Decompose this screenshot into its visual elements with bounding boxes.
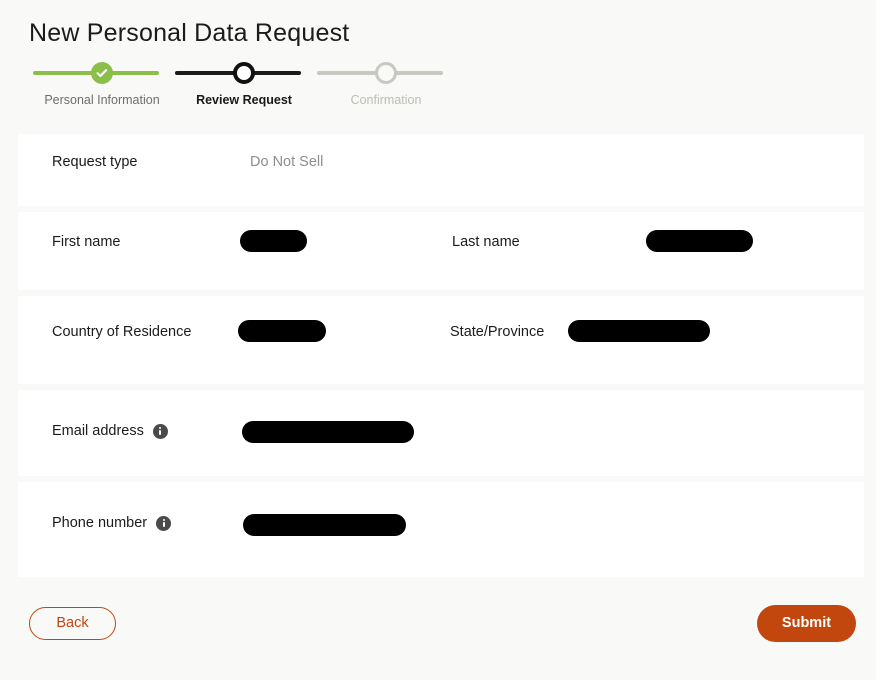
stepper-label-review-request: Review Request (196, 93, 292, 107)
field-label-state-province: State/Province (450, 324, 545, 340)
field-label-request-type: Request type (52, 154, 138, 170)
redacted-value-state-province (568, 320, 710, 342)
stepper-step-review-request[interactable]: Review Request (171, 62, 317, 114)
field-label-country-of-residence: Country of Residence (52, 324, 192, 340)
field-phone-number: Phone number (52, 512, 172, 534)
step-marker-completed (91, 62, 113, 84)
redacted-value-last-name (646, 230, 753, 252)
field-first-name: First name (52, 231, 121, 253)
stepper-label-confirmation: Confirmation (350, 93, 422, 107)
check-icon (96, 69, 108, 78)
card-email: Email address (18, 390, 864, 476)
field-country-of-residence: Country of Residence (52, 321, 191, 343)
progress-stepper: Personal Information Review Request Conf… (29, 62, 443, 114)
card-location: Country of Residence State/Province (18, 296, 864, 384)
redacted-value-email-address (242, 421, 414, 443)
submit-button[interactable]: Submit (757, 605, 856, 642)
page-title: New Personal Data Request (29, 19, 350, 47)
field-last-name: Last name (452, 231, 520, 253)
field-email-address: Email address (52, 420, 168, 442)
stepper-step-personal-information[interactable]: Personal Information (29, 62, 175, 114)
field-label-phone-number: Phone number (52, 515, 148, 531)
info-icon[interactable] (156, 515, 172, 531)
field-label-first-name: First name (52, 234, 121, 250)
back-button[interactable]: Back (29, 607, 116, 640)
card-name: First name Last name (18, 212, 864, 290)
stepper-step-confirmation[interactable]: Confirmation (313, 62, 459, 114)
field-request-type: Request type (52, 151, 137, 173)
step-marker-upcoming (375, 62, 397, 84)
card-request-type: Request type Do Not Sell (18, 134, 864, 206)
stepper-label-personal-information: Personal Information (44, 93, 160, 107)
field-label-last-name: Last name (452, 234, 520, 250)
field-value-request-type: Do Not Sell (250, 151, 323, 173)
value-request-type: Do Not Sell (250, 154, 324, 170)
field-state-province: State/Province (450, 321, 544, 343)
redacted-value-first-name (240, 230, 307, 252)
redacted-value-country-of-residence (238, 320, 326, 342)
redacted-value-phone-number (243, 514, 406, 536)
card-phone: Phone number (18, 482, 864, 577)
step-marker-current (233, 62, 255, 84)
field-label-email-address: Email address (52, 423, 144, 439)
new-personal-data-request-page: New Personal Data Request Personal Infor… (0, 0, 876, 680)
info-icon[interactable] (152, 423, 168, 439)
